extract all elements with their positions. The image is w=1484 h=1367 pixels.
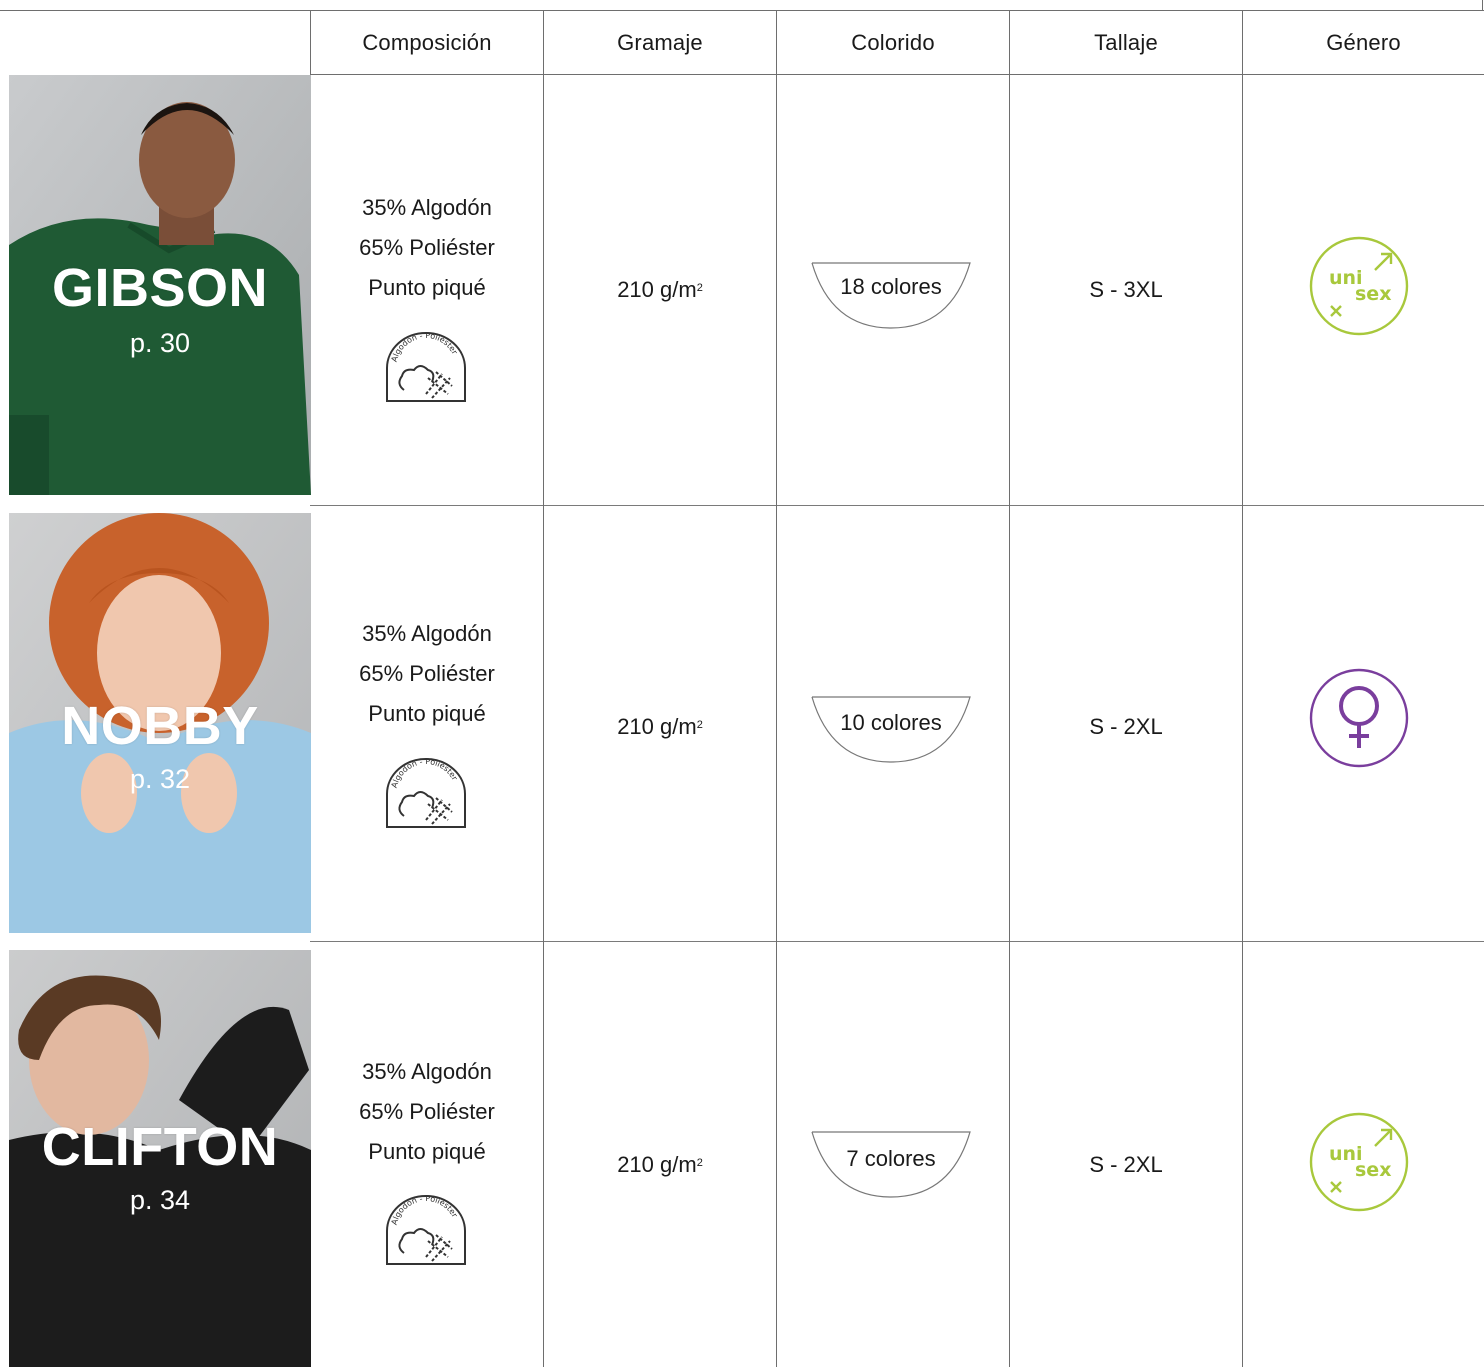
- svg-text:Algodón - Poliéster: Algodón - Poliéster: [390, 1195, 460, 1226]
- composition-line: 35% Algodón: [362, 195, 492, 220]
- column-divider: [1242, 11, 1243, 1367]
- top-corner-tick: [1482, 0, 1483, 11]
- color-count: 10 colores: [840, 710, 942, 735]
- row-divider: [310, 505, 1484, 506]
- column-divider: [776, 11, 777, 1367]
- cotton-polyester-badge-icon: Algodón - Poliéster: [386, 332, 466, 402]
- unisex-icon: uni sex: [1309, 1112, 1409, 1212]
- weight-value: 210 g/m 2: [617, 1152, 703, 1177]
- size-range: S - 2XL: [1089, 1152, 1163, 1177]
- cotton-polyester-badge-icon: Algodón - Poliéster: [386, 758, 466, 828]
- female-icon: [1309, 668, 1409, 768]
- composition-line: 35% Algodón: [362, 621, 492, 646]
- header-colors: Colorido: [851, 30, 935, 55]
- composition-line: Punto piqué: [368, 701, 486, 726]
- top-rule: [0, 10, 1484, 11]
- product-photo-clifton: CLIFTON p. 34: [9, 950, 311, 1367]
- composition-line: 65% Poliéster: [359, 661, 495, 686]
- color-count: 18 colores: [840, 274, 942, 299]
- header-weight: Gramaje: [617, 30, 703, 55]
- unisex-icon: uni sex: [1309, 236, 1409, 336]
- composition-line: 35% Algodón: [362, 1059, 492, 1084]
- color-count: 7 colores: [846, 1146, 936, 1171]
- header-composition: Composición: [362, 30, 492, 55]
- composition-text: 35% Algodón 65% Poliéster Punto piqué: [311, 188, 543, 308]
- weight-unit-superscript: 2: [696, 1157, 703, 1169]
- header-divider: [310, 74, 1484, 75]
- page-reference: p. 30: [129, 328, 191, 358]
- header-sizes: Tallaje: [1094, 30, 1158, 55]
- product-name: CLIFTON: [41, 1117, 279, 1177]
- row-divider: [310, 941, 1484, 942]
- product-name: NOBBY: [61, 696, 259, 756]
- product-photo-gibson: GIBSON p. 30: [9, 75, 311, 495]
- composition-line: Punto piqué: [368, 1139, 486, 1164]
- page-reference: p. 32: [129, 764, 191, 794]
- composition-line: 65% Poliéster: [359, 235, 495, 260]
- composition-line: 65% Poliéster: [359, 1099, 495, 1124]
- size-range: S - 2XL: [1089, 714, 1163, 739]
- header-gender: Género: [1326, 30, 1401, 55]
- composition-text: 35% Algodón 65% Poliéster Punto piqué: [311, 614, 543, 734]
- weight-unit-superscript: 2: [696, 282, 703, 294]
- cotton-polyester-badge-icon: Algodón - Poliéster: [386, 1195, 466, 1265]
- svg-text:Algodón - Poliéster: Algodón - Poliéster: [390, 332, 460, 363]
- svg-text:sex: sex: [1355, 283, 1391, 305]
- size-range: S - 3XL: [1089, 277, 1163, 302]
- product-name: GIBSON: [51, 258, 269, 318]
- weight-value: 210 g/m 2: [617, 714, 703, 739]
- svg-text:Algodón - Poliéster: Algodón - Poliéster: [390, 758, 460, 789]
- composition-line: Punto piqué: [368, 275, 486, 300]
- weight-unit-superscript: 2: [696, 719, 703, 731]
- weight-value: 210 g/m 2: [617, 277, 703, 302]
- page-reference: p. 34: [129, 1185, 191, 1215]
- product-photo-nobby: NOBBY p. 32: [9, 513, 311, 933]
- composition-text: 35% Algodón 65% Poliéster Punto piqué: [311, 1052, 543, 1172]
- svg-text:sex: sex: [1355, 1159, 1391, 1181]
